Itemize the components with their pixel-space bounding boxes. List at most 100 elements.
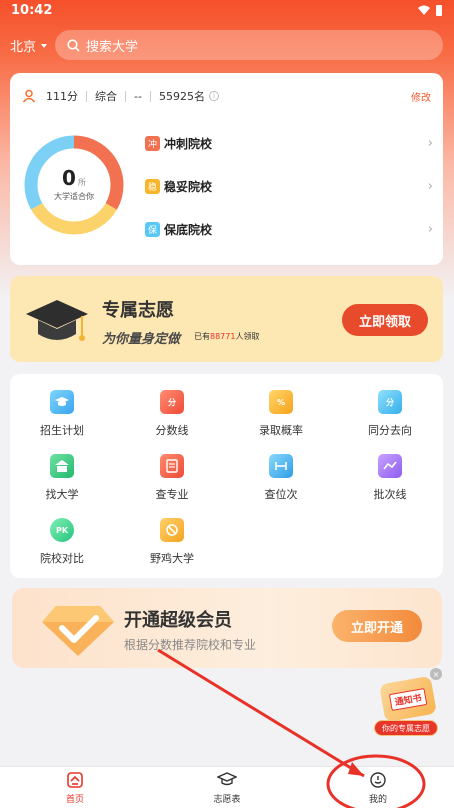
compare-icon: PK	[50, 518, 74, 542]
book-label: 通知书	[389, 687, 427, 711]
smile-icon	[370, 772, 386, 788]
search-placeholder: 搜索大学	[86, 39, 139, 55]
feature-label: 分数线	[155, 424, 189, 437]
tab-mine[interactable]: 我的	[338, 771, 418, 807]
probability-icon: %	[269, 390, 293, 414]
tier-tag: 冲	[145, 135, 160, 151]
feature-major[interactable]: 查专业	[122, 454, 222, 504]
find-university-icon	[50, 454, 74, 478]
wifi-icon	[418, 5, 430, 15]
feature-find-university[interactable]: 找大学	[12, 454, 112, 504]
bottom-tab-bar: 首页 志愿表 我的	[0, 766, 454, 808]
tier-tag: 稳	[145, 178, 160, 194]
search-icon	[67, 38, 80, 52]
tier-label: 冲刺院校	[164, 136, 213, 151]
same-score-icon: 分	[378, 390, 402, 414]
notice-book-icon: 通知书	[379, 675, 437, 723]
major-icon	[160, 454, 184, 478]
claim-button[interactable]: 立即领取	[342, 304, 428, 336]
feature-label: 查位次	[264, 488, 298, 501]
chevron-right-icon: ›	[427, 179, 433, 194]
subject-value: 综合	[95, 90, 117, 103]
batch-line-icon	[378, 454, 402, 478]
tier-label: 稳妥院校	[164, 179, 213, 194]
open-member-button[interactable]: 立即开通	[332, 610, 422, 642]
diamond-icon	[42, 606, 114, 656]
annotation-arrow-line	[157, 648, 365, 778]
chevron-right-icon: ›	[427, 136, 433, 151]
feature-label: 查专业	[155, 488, 189, 501]
city-selector[interactable]: 北京	[10, 36, 48, 55]
feature-batch-line[interactable]: 批次线	[340, 454, 440, 504]
member-title: 开通超级会员	[124, 610, 232, 631]
city-label: 北京	[10, 40, 37, 55]
banner-count: 已有88771人领取	[194, 331, 259, 342]
feature-rank[interactable]: 查位次	[231, 454, 331, 504]
rank-icon	[269, 454, 293, 478]
header: 北京 搜索大学	[0, 28, 454, 62]
graduation-cap-icon	[217, 772, 237, 786]
close-icon[interactable]: ×	[430, 668, 442, 680]
tier-safe[interactable]: 保 保底院校 ›	[145, 219, 433, 239]
feature-label: 院校对比	[40, 552, 84, 565]
fit-count: 0	[62, 166, 76, 190]
fit-label: 大学适合你	[54, 192, 94, 201]
divider	[149, 90, 151, 102]
divider	[86, 90, 87, 102]
home-icon	[67, 772, 83, 788]
tab-label: 首页	[65, 795, 84, 805]
tab-label: 我的	[368, 795, 387, 805]
feature-label: 录取概率	[259, 424, 303, 437]
banner-subtitle: 为你量身定做	[102, 332, 181, 347]
info-icon[interactable]: i	[208, 91, 219, 101]
person-icon	[22, 89, 36, 103]
feature-label: 找大学	[45, 488, 79, 501]
status-time: 10:42	[11, 3, 53, 18]
promo-pill: 你的专属志愿	[374, 720, 438, 736]
donut-center: 0所 大学适合你	[22, 133, 126, 237]
graduation-cap-icon	[26, 300, 88, 341]
score-value: 111分	[46, 90, 78, 103]
status-bar: 10:42	[0, 0, 454, 22]
count-suffix: 人领取	[235, 332, 260, 341]
tier-tag: 保	[145, 221, 160, 237]
feature-label: 同分去向	[368, 424, 412, 437]
fake-university-icon	[160, 518, 184, 542]
tab-home[interactable]: 首页	[35, 771, 115, 807]
count-value: 88771	[210, 332, 236, 341]
score-line-icon: 分	[160, 390, 184, 414]
tier-rush[interactable]: 冲 冲刺院校 ›	[145, 133, 433, 153]
feature-compare[interactable]: PK 院校对比	[12, 518, 112, 568]
tier-label: 保底院校	[164, 222, 213, 237]
tab-label: 志愿表	[213, 795, 241, 805]
divider	[125, 90, 126, 102]
feature-label: 野鸡大学	[150, 552, 194, 565]
tab-application-table[interactable]: 志愿表	[187, 771, 267, 807]
feature-fake-university[interactable]: 野鸡大学	[122, 518, 222, 568]
exclusive-application-banner[interactable]: 专属志愿 为你量身定做 已有88771人领取 立即领取	[10, 276, 443, 362]
floating-promo[interactable]: × 通知书 你的专属志愿	[372, 668, 442, 742]
score-card: 111分 综合 -- 55925名 i 修改 0所 大学适合你 冲 冲刺院校 ›…	[10, 73, 443, 265]
member-subtitle: 根据分数推荐院校和专业	[124, 638, 257, 652]
banner-title: 专属志愿	[102, 300, 174, 321]
feature-score-line[interactable]: 分 分数线	[122, 390, 222, 440]
count-prefix: 已有	[194, 332, 210, 341]
super-member-banner[interactable]: 开通超级会员 根据分数推荐院校和专业 立即开通	[12, 588, 442, 668]
feature-label: 批次线	[373, 488, 407, 501]
tier-stable[interactable]: 稳 稳妥院校 ›	[145, 176, 433, 196]
score-summary[interactable]: 111分 综合 -- 55925名 i 修改	[22, 87, 431, 105]
chevron-right-icon: ›	[427, 222, 433, 237]
graduation-plan-icon	[50, 390, 74, 414]
edit-link[interactable]: 修改	[411, 89, 431, 104]
battery-icon	[436, 5, 442, 16]
feature-same-score[interactable]: 分 同分去向	[340, 390, 440, 440]
feature-probability[interactable]: % 录取概率	[231, 390, 331, 440]
fit-unit: 所	[77, 178, 86, 187]
feature-enrollment-plan[interactable]: 招生计划	[12, 390, 112, 440]
feature-label: 招生计划	[40, 424, 84, 437]
feature-grid: 招生计划 分 分数线 % 录取概率 分 同分去向 找大学 查专业 查位次 批次线…	[10, 374, 443, 578]
search-bar[interactable]: 搜索大学	[55, 30, 443, 60]
rank-value: 55925名	[158, 90, 205, 103]
placeholder-value: --	[134, 89, 142, 103]
caret-down-icon	[41, 43, 48, 48]
